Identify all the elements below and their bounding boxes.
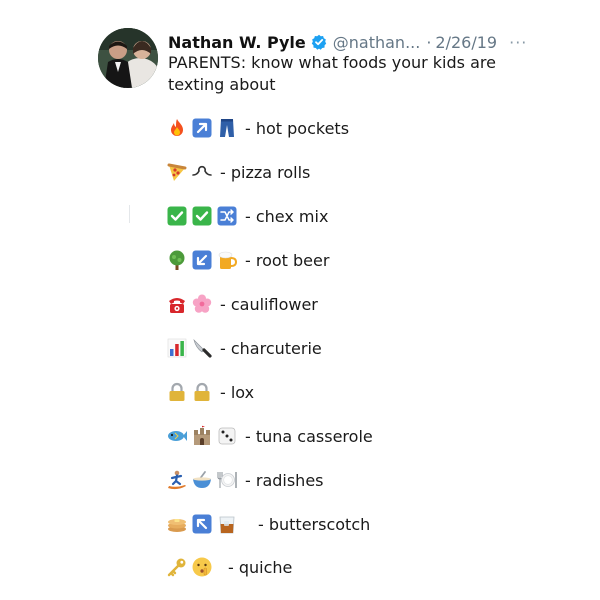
check-mark-emoji-icon — [167, 206, 187, 226]
item-label: - hot pockets — [245, 118, 350, 138]
bar-chart-emoji-icon — [167, 338, 187, 358]
plate-emoji-icon — [217, 472, 237, 488]
list-item: - pizza rolls — [166, 158, 310, 186]
fish-emoji-icon — [168, 431, 187, 441]
fire-emoji-icon — [171, 119, 183, 136]
item-label: - lox — [220, 382, 255, 402]
tweet-text: PARENTS: know what foods your kids are t… — [168, 53, 496, 94]
tweet-card: Nathan W. Pyle @nathan... · 2/26/19 ··· … — [0, 0, 600, 600]
whiskey-emoji-icon — [219, 516, 235, 534]
cherry-blossom-emoji-icon — [192, 294, 212, 313]
more-options-icon[interactable]: ··· — [509, 33, 527, 52]
avatar-photo — [98, 28, 158, 88]
bowl-with-spoon-emoji-icon — [193, 471, 211, 488]
list-item: - tuna casserole — [166, 422, 373, 450]
arrow-up-left-emoji-icon — [192, 514, 212, 534]
arrow-down-left-emoji-icon — [192, 250, 212, 270]
pizza-emoji-icon — [167, 163, 187, 181]
lock-emoji-icon — [169, 382, 185, 401]
tweet-date[interactable]: 2/26/19 — [435, 33, 497, 52]
arrow-up-right-emoji-icon — [192, 118, 212, 138]
jeans-emoji-icon — [220, 119, 234, 137]
list-item: - butterscotch — [166, 510, 370, 538]
castle-emoji-icon — [194, 425, 210, 445]
pancakes-emoji-icon — [168, 519, 186, 532]
item-label: - cauliflower — [220, 294, 318, 314]
lock-emoji-icon — [194, 382, 210, 401]
item-label: - tuna casserole — [245, 426, 373, 446]
list-item: - cauliflower — [166, 290, 318, 318]
item-label: - pizza rolls — [220, 162, 311, 182]
list-item: - radishes — [166, 466, 324, 494]
item-label: - quiche — [228, 557, 293, 577]
tweet-header: Nathan W. Pyle @nathan... · 2/26/19 ··· — [168, 30, 528, 54]
list-item: - root beer — [166, 246, 329, 274]
verified-badge-icon — [311, 34, 327, 50]
list-item: - charcuterie — [166, 334, 322, 362]
telephone-emoji-icon — [169, 298, 185, 313]
person-surfing-emoji-icon — [168, 470, 186, 490]
beer-mug-emoji-icon — [218, 251, 238, 269]
dice-emoji-icon — [218, 427, 236, 445]
item-label: - chex mix — [245, 206, 329, 226]
meta-separator: · — [426, 32, 432, 52]
curly-loop-emoji-icon — [192, 165, 212, 176]
shuffle-emoji-icon — [217, 206, 237, 226]
list-item: - chex mix — [166, 202, 328, 230]
item-label: - butterscotch — [258, 514, 371, 534]
list-item: - quiche — [166, 553, 292, 581]
list-item: - lox — [166, 378, 254, 406]
key-emoji-icon — [167, 558, 186, 577]
tree-emoji-icon — [169, 250, 185, 270]
item-label: - root beer — [245, 250, 330, 270]
knife-emoji-icon — [193, 339, 212, 358]
list-item: - hot pockets — [166, 114, 349, 142]
item-label: - charcuterie — [220, 338, 322, 358]
item-label: - radishes — [245, 470, 324, 490]
divider — [129, 205, 130, 223]
author-handle[interactable]: @nathan... — [333, 33, 421, 52]
check-mark-emoji-icon — [192, 206, 212, 226]
author-name[interactable]: Nathan W. Pyle — [168, 33, 306, 52]
avatar[interactable] — [98, 28, 158, 88]
shushing-face-emoji-icon — [192, 557, 212, 577]
